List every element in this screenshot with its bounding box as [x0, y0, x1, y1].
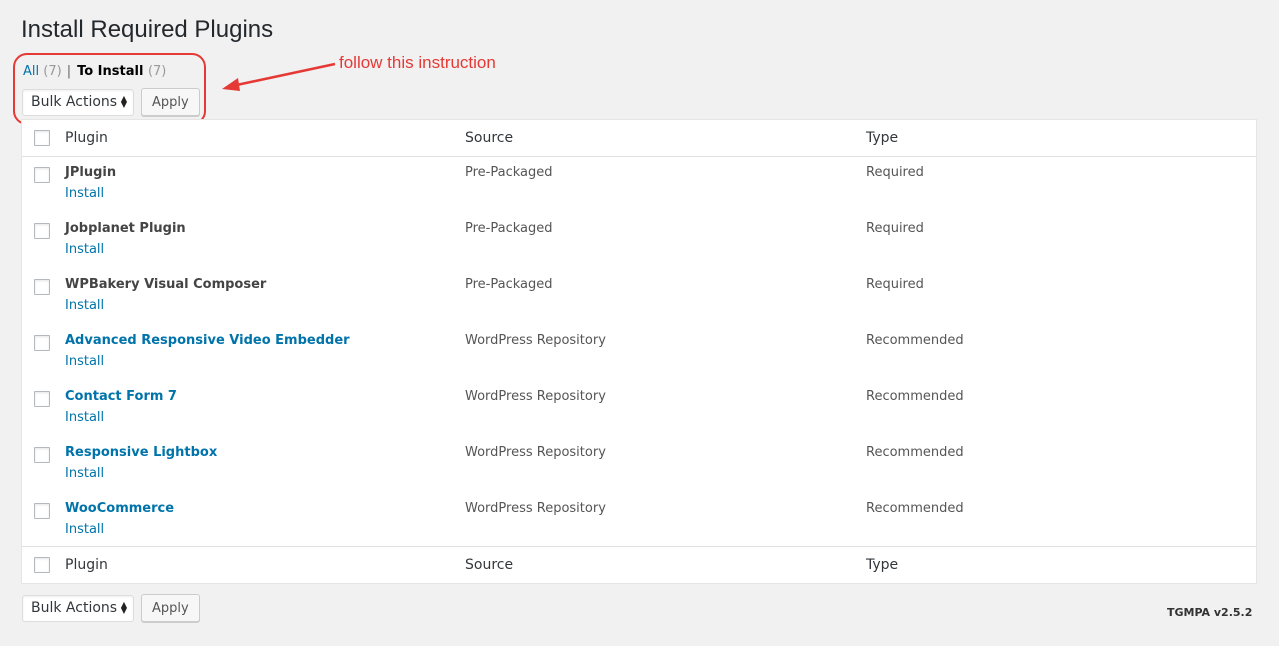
select-arrows-icon: ▲ ▼: [120, 600, 127, 615]
row-checkbox[interactable]: [34, 447, 50, 463]
table-row: WPBakery Visual Composer Install Pre-Pac…: [22, 269, 1256, 325]
plugin-source: Pre-Packaged: [465, 221, 553, 236]
plugin-type: Required: [866, 221, 924, 236]
apply-button-bottom[interactable]: Apply: [141, 594, 200, 622]
bulk-actions-selected: Bulk Actions: [31, 600, 118, 616]
annotation-arrow-icon: [222, 62, 336, 91]
install-link[interactable]: Install: [65, 522, 104, 537]
column-header-plugin[interactable]: Plugin: [65, 130, 108, 146]
page-title: Install Required Plugins: [21, 16, 274, 43]
plugin-source: WordPress Repository: [465, 333, 606, 348]
table-row: Contact Form 7 Install WordPress Reposit…: [22, 381, 1256, 437]
plugin-type: Recommended: [866, 445, 964, 460]
footer-header-source[interactable]: Source: [465, 557, 513, 573]
row-checkbox[interactable]: [34, 391, 50, 407]
table-row: Jobplanet Plugin Install Pre-Packaged Re…: [22, 213, 1256, 269]
plugin-name: JPlugin: [65, 165, 117, 180]
plugins-table: Plugin Source Type JPlugin Install Pre-P…: [21, 119, 1257, 584]
column-header-type[interactable]: Type: [866, 130, 898, 146]
plugin-source: Pre-Packaged: [465, 277, 553, 292]
table-row: WooCommerce Install WordPress Repository…: [22, 493, 1256, 549]
plugin-type: Recommended: [866, 389, 964, 404]
table-footer: Plugin Source Type: [22, 546, 1256, 583]
row-checkbox[interactable]: [34, 335, 50, 351]
install-link[interactable]: Install: [65, 242, 104, 257]
plugin-type: Recommended: [866, 333, 964, 348]
plugin-name-link[interactable]: Contact Form 7: [65, 389, 177, 404]
plugin-type: Required: [866, 165, 924, 180]
footer-header-plugin[interactable]: Plugin: [65, 557, 108, 573]
plugin-name-link[interactable]: Responsive Lightbox: [65, 445, 217, 460]
table-row: Responsive Lightbox Install WordPress Re…: [22, 437, 1256, 493]
install-link[interactable]: Install: [65, 466, 104, 481]
plugin-source: WordPress Repository: [465, 389, 606, 404]
row-checkbox[interactable]: [34, 167, 50, 183]
row-checkbox[interactable]: [34, 503, 50, 519]
footer-header-type[interactable]: Type: [866, 557, 898, 573]
plugin-name: WPBakery Visual Composer: [65, 277, 267, 292]
tgmpa-version: TGMPA v2.5.2: [1167, 606, 1253, 619]
table-row: JPlugin Install Pre-Packaged Required: [22, 157, 1256, 213]
column-header-source[interactable]: Source: [465, 130, 513, 146]
row-checkbox[interactable]: [34, 279, 50, 295]
plugin-name-link[interactable]: Advanced Responsive Video Embedder: [65, 333, 350, 348]
plugin-type: Required: [866, 277, 924, 292]
bulk-actions-bottom: Bulk Actions ▲ ▼ Apply: [22, 594, 200, 622]
plugin-source: WordPress Repository: [465, 445, 606, 460]
annotation-highlight-box: [13, 53, 206, 125]
install-link[interactable]: Install: [65, 298, 104, 313]
plugin-type: Recommended: [866, 501, 964, 516]
plugin-name: Jobplanet Plugin: [65, 221, 186, 236]
bulk-actions-select-bottom[interactable]: Bulk Actions ▲ ▼: [22, 594, 134, 622]
install-link[interactable]: Install: [65, 354, 104, 369]
plugin-source: WordPress Repository: [465, 501, 606, 516]
install-link[interactable]: Install: [65, 186, 104, 201]
plugin-source: Pre-Packaged: [465, 165, 553, 180]
table-header: Plugin Source Type: [22, 120, 1256, 157]
select-all-checkbox[interactable]: [34, 130, 50, 146]
table-row: Advanced Responsive Video Embedder Insta…: [22, 325, 1256, 381]
select-all-checkbox-footer[interactable]: [34, 557, 50, 573]
row-checkbox[interactable]: [34, 223, 50, 239]
annotation-text: follow this instruction: [339, 53, 496, 72]
install-link[interactable]: Install: [65, 410, 104, 425]
plugin-name-link[interactable]: WooCommerce: [65, 501, 174, 516]
